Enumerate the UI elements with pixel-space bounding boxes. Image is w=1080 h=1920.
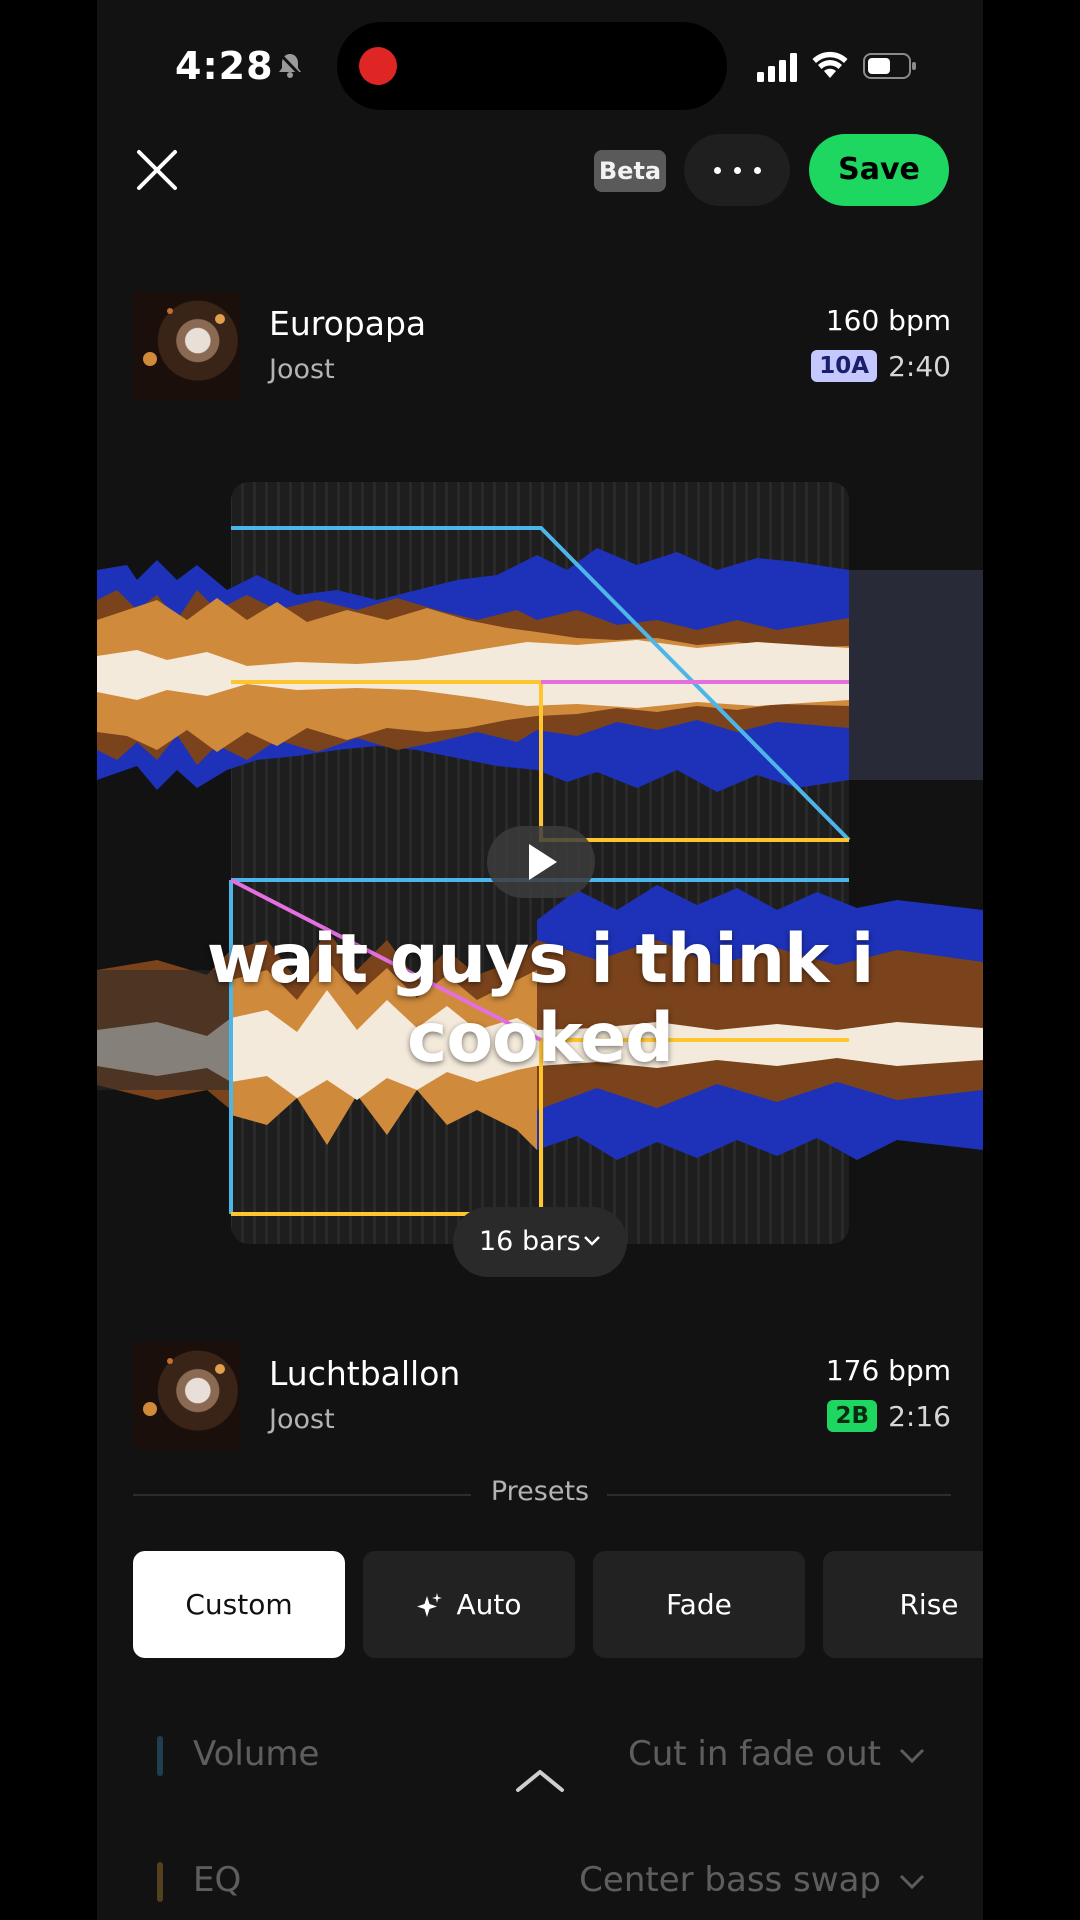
preset-rise[interactable]: Rise — [823, 1551, 983, 1658]
chevron-up-icon[interactable] — [515, 1768, 565, 1794]
battery-icon — [863, 53, 916, 79]
key-badge: 2B — [827, 1400, 877, 1432]
preset-label: Auto — [456, 1588, 522, 1621]
track-duration: 2:16 — [888, 1400, 951, 1433]
album-art-europapa — [133, 292, 241, 400]
preset-auto[interactable]: Auto — [363, 1551, 575, 1658]
track-artist: Joost — [269, 354, 335, 385]
close-icon[interactable] — [135, 148, 179, 192]
param-value: Cut in fade out — [627, 1734, 881, 1774]
more-dot-icon — [714, 167, 721, 174]
track-bpm: 160 bpm — [825, 304, 951, 337]
track-artist: Joost — [269, 1404, 335, 1435]
key-badge: 10A — [811, 350, 877, 382]
beta-badge: Beta — [594, 150, 666, 192]
track-title: Europapa — [269, 304, 427, 343]
param-name: EQ — [193, 1860, 242, 1900]
transition-length-dropdown[interactable]: 16 bars — [453, 1207, 627, 1277]
save-button[interactable]: Save — [809, 134, 949, 206]
sparkle-icon — [417, 1593, 443, 1617]
preset-custom[interactable]: Custom — [133, 1551, 345, 1658]
track-bpm: 176 bpm — [825, 1354, 951, 1387]
chevron-down-icon — [584, 1236, 600, 1246]
track-a-row[interactable]: Europapa Joost 160 bpm 10A 2:40 — [133, 292, 951, 404]
param-name: Volume — [193, 1734, 320, 1774]
track-duration: 2:40 — [888, 350, 951, 383]
param-color-bar — [157, 1862, 163, 1902]
play-button[interactable] — [487, 826, 595, 898]
chevron-down-icon — [899, 1748, 925, 1764]
chevron-down-icon — [899, 1874, 925, 1890]
video-caption: wait guys i think i cooked — [206, 920, 875, 1078]
param-eq-row[interactable]: EQ Center bass swap — [133, 1856, 951, 1916]
play-icon — [529, 844, 557, 880]
wifi-icon — [812, 51, 848, 78]
track-title: Luchtballon — [269, 1354, 461, 1393]
transition-length-label: 16 bars — [479, 1226, 581, 1257]
param-color-bar — [157, 1736, 163, 1776]
dynamic-island — [337, 22, 727, 110]
phone-screen: 4:28 Beta Save Europapa Joost 160 bpm 10… — [97, 0, 983, 1920]
divider — [607, 1494, 951, 1496]
muted-bell-icon — [277, 51, 304, 79]
track-b-row[interactable]: Luchtballon Joost 176 bpm 2B 2:16 — [133, 1342, 951, 1454]
preset-fade[interactable]: Fade — [593, 1551, 805, 1658]
more-options-button[interactable] — [684, 134, 790, 206]
recording-indicator-icon — [359, 47, 397, 85]
more-dot-icon — [734, 167, 741, 174]
param-value: Center bass swap — [579, 1860, 881, 1900]
presets-heading: Presets — [490, 1476, 590, 1507]
more-dot-icon — [754, 167, 761, 174]
album-art-luchtballon — [133, 1342, 241, 1450]
cellular-signal-icon — [757, 53, 797, 82]
status-time: 4:28 — [175, 44, 274, 88]
